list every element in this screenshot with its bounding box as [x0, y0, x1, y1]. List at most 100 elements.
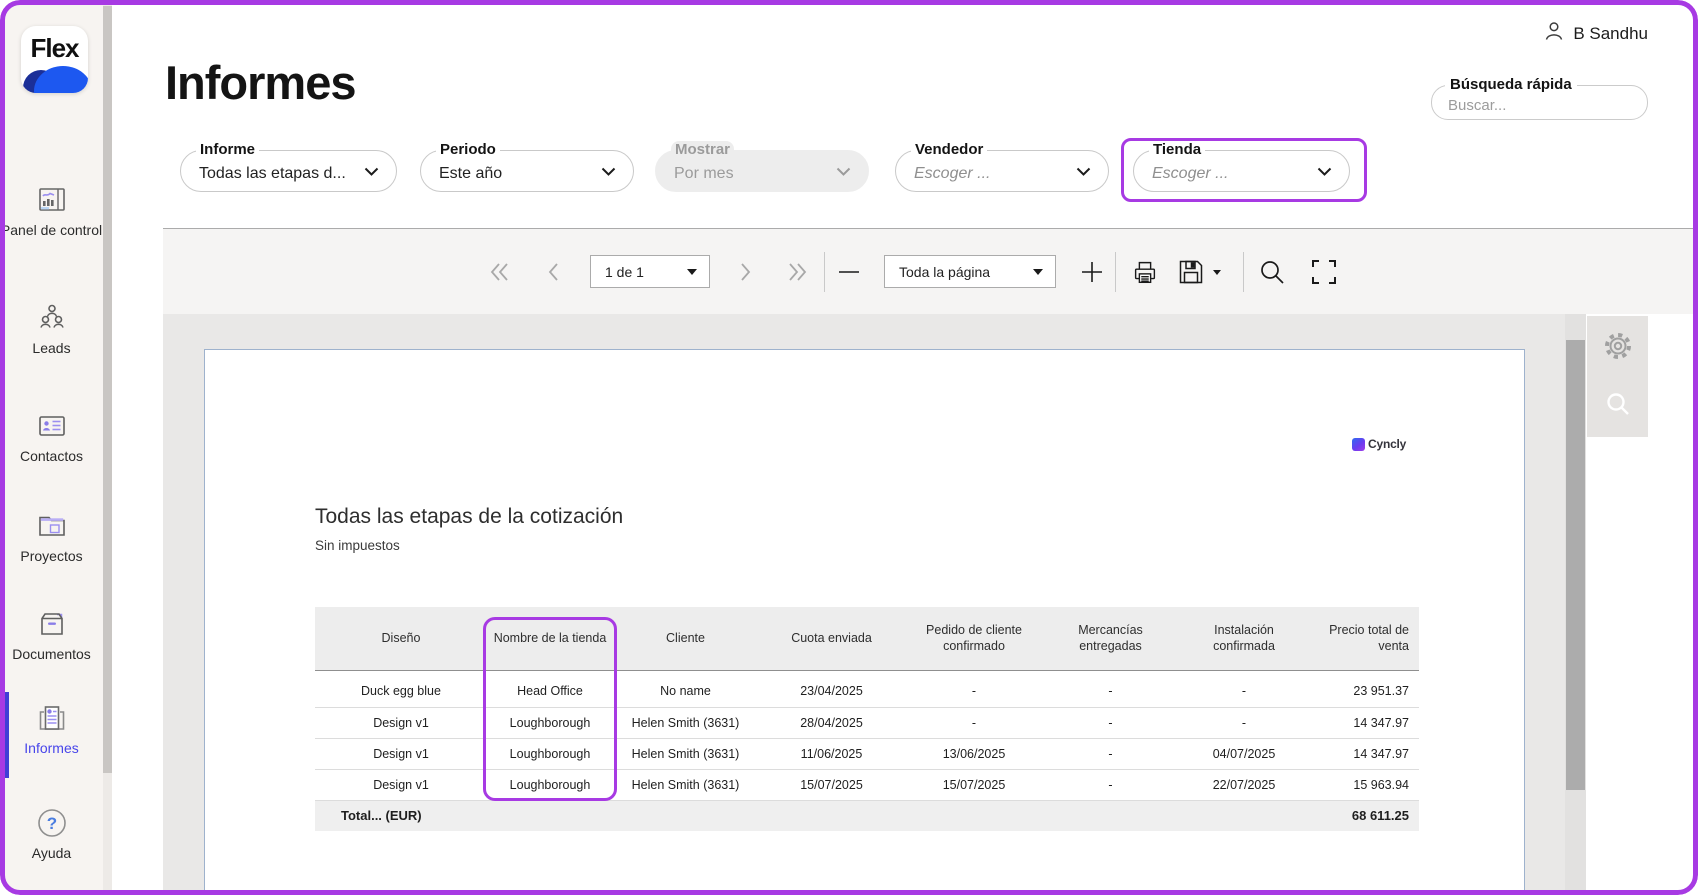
sidebar-item-label: Documentos — [12, 646, 91, 662]
fullscreen-button[interactable] — [1309, 257, 1339, 287]
save-options-caret-icon — [1213, 269, 1221, 275]
zoom-out-button[interactable] — [834, 257, 864, 287]
total-value: 68 611.25 — [1310, 800, 1419, 831]
sidebar-item-ayuda[interactable]: ? Ayuda — [0, 803, 103, 863]
filter-value: Escoger ... — [1152, 165, 1229, 182]
next-page-button[interactable] — [730, 257, 760, 287]
table-cell: 23/04/2025 — [758, 676, 905, 708]
table-cell: Head Office — [487, 676, 613, 708]
table-cell: Helen Smith (3631) — [613, 769, 758, 801]
print-button[interactable] — [1130, 257, 1160, 287]
filter-label: Tienda — [1149, 141, 1206, 158]
table-cell: Duck egg blue — [315, 676, 487, 708]
table-cell: Loughborough — [487, 707, 613, 739]
search-document-button[interactable] — [1257, 257, 1287, 287]
sidebar-item-leads[interactable]: Leads — [0, 298, 103, 358]
report-scrollbar-thumb[interactable] — [1566, 340, 1585, 790]
previous-page-button[interactable] — [539, 257, 569, 287]
leads-icon — [0, 298, 103, 338]
table-row: Design v1 Loughborough Helen Smith (3631… — [315, 769, 1419, 801]
table-cell: - — [1178, 676, 1310, 708]
table-cell: Design v1 — [315, 707, 487, 739]
table-cell: - — [1043, 769, 1178, 801]
column-header: Cuota enviada — [758, 607, 905, 671]
table-cell: 22/07/2025 — [1178, 769, 1310, 801]
table-cell: - — [1043, 738, 1178, 770]
page-title: Informes — [165, 56, 356, 109]
table-cell: 14 347.97 — [1310, 707, 1419, 739]
flex-logo-wave — [21, 63, 88, 93]
table-row: Duck egg blue Head Office No name 23/04/… — [315, 676, 1419, 708]
sidebar-item-label: Panel de control — [0, 222, 103, 238]
column-header: Instalación confirmada — [1178, 607, 1310, 671]
sidebar-item-label: Ayuda — [31, 845, 72, 861]
chevron-down-icon — [601, 167, 616, 176]
sidebar-item-documentos[interactable]: Documentos — [0, 604, 103, 664]
filter-vendedor[interactable]: Vendedor Escoger ... — [895, 141, 1109, 192]
user-name: B Sandhu — [1573, 23, 1648, 43]
zoom-in-button[interactable] — [1077, 257, 1107, 287]
help-icon: ? — [0, 803, 103, 843]
chevron-down-icon — [836, 167, 851, 176]
page-number-select[interactable]: 1 de 1 — [590, 255, 710, 288]
page-number-value: 1 de 1 — [605, 263, 644, 280]
quick-search-label: Búsqueda rápida — [1445, 76, 1577, 93]
caret-down-icon — [687, 268, 697, 275]
active-item-indicator — [5, 692, 9, 778]
user-menu[interactable]: B Sandhu — [1543, 20, 1648, 47]
reports-icon — [0, 698, 103, 738]
table-cell: Design v1 — [315, 738, 487, 770]
last-page-button[interactable] — [782, 257, 812, 287]
toolbar-separator — [1243, 252, 1244, 292]
column-header: Nombre de la tienda — [487, 607, 613, 671]
sidebar-item-panel-de-control[interactable]: Panel de control — [0, 180, 103, 240]
quick-search: Búsqueda rápida — [1431, 76, 1648, 120]
cyncly-brand: Cyncly — [1352, 437, 1406, 451]
projects-icon — [0, 506, 103, 546]
table-cell: Helen Smith (3631) — [613, 738, 758, 770]
panel-search-icon[interactable] — [1603, 390, 1633, 425]
report-scrollbar[interactable] — [1565, 314, 1586, 895]
sidebar-item-label: Contactos — [19, 448, 84, 464]
report-title: Todas las etapas de la cotización — [315, 505, 624, 528]
svg-text:?: ? — [46, 814, 56, 833]
dashboard-icon — [0, 180, 103, 220]
contacts-icon — [0, 406, 103, 446]
filter-value: Todas las etapas d... — [199, 165, 346, 182]
table-cell: 13/06/2025 — [905, 738, 1043, 770]
zoom-level-select[interactable]: Toda la página — [884, 255, 1056, 288]
documents-icon — [0, 604, 103, 644]
filter-periodo[interactable]: Periodo Este año — [420, 141, 634, 192]
table-cell: 14 347.97 — [1310, 738, 1419, 770]
save-button[interactable] — [1172, 257, 1224, 287]
table-cell: 11/06/2025 — [758, 738, 905, 770]
table-cell: 15/07/2025 — [758, 769, 905, 801]
sidebar-item-informes[interactable]: Informes — [0, 698, 103, 758]
sidebar-item-proyectos[interactable]: Proyectos — [0, 506, 103, 566]
flex-logo-text: Flex — [30, 33, 79, 63]
flex-logo[interactable]: Flex — [21, 26, 88, 93]
chevron-down-icon — [1076, 167, 1091, 176]
table-cell: Helen Smith (3631) — [613, 707, 758, 739]
sidebar: Flex Panel de control Leads Contactos Pr… — [0, 0, 103, 895]
cyncly-logo-icon — [1352, 437, 1365, 451]
column-header: Cliente — [613, 607, 758, 671]
table-cell: Design v1 — [315, 769, 487, 801]
filter-informe[interactable]: Informe Todas las etapas d... — [180, 141, 397, 192]
sidebar-item-label: Informes — [24, 740, 79, 756]
zoom-level-value: Toda la página — [899, 263, 991, 280]
sidebar-scrollbar[interactable] — [103, 0, 112, 895]
first-page-button[interactable] — [485, 257, 515, 287]
toolbar-separator — [1115, 252, 1116, 292]
sidebar-scrollbar-thumb[interactable] — [103, 6, 112, 773]
table-row: Design v1 Loughborough Helen Smith (3631… — [315, 707, 1419, 739]
filter-tienda[interactable]: Tienda Escoger ... — [1133, 141, 1350, 192]
table-cell: 04/07/2025 — [1178, 738, 1310, 770]
filter-label: Mostrar — [671, 141, 735, 158]
chevron-down-icon — [1317, 167, 1332, 176]
user-icon — [1543, 20, 1565, 47]
sidebar-item-contactos[interactable]: Contactos — [0, 406, 103, 466]
settings-gear-icon[interactable] — [1602, 330, 1634, 367]
table-cell: 15/07/2025 — [905, 769, 1043, 801]
app-window: Flex Panel de control Leads Contactos Pr… — [0, 0, 1698, 895]
